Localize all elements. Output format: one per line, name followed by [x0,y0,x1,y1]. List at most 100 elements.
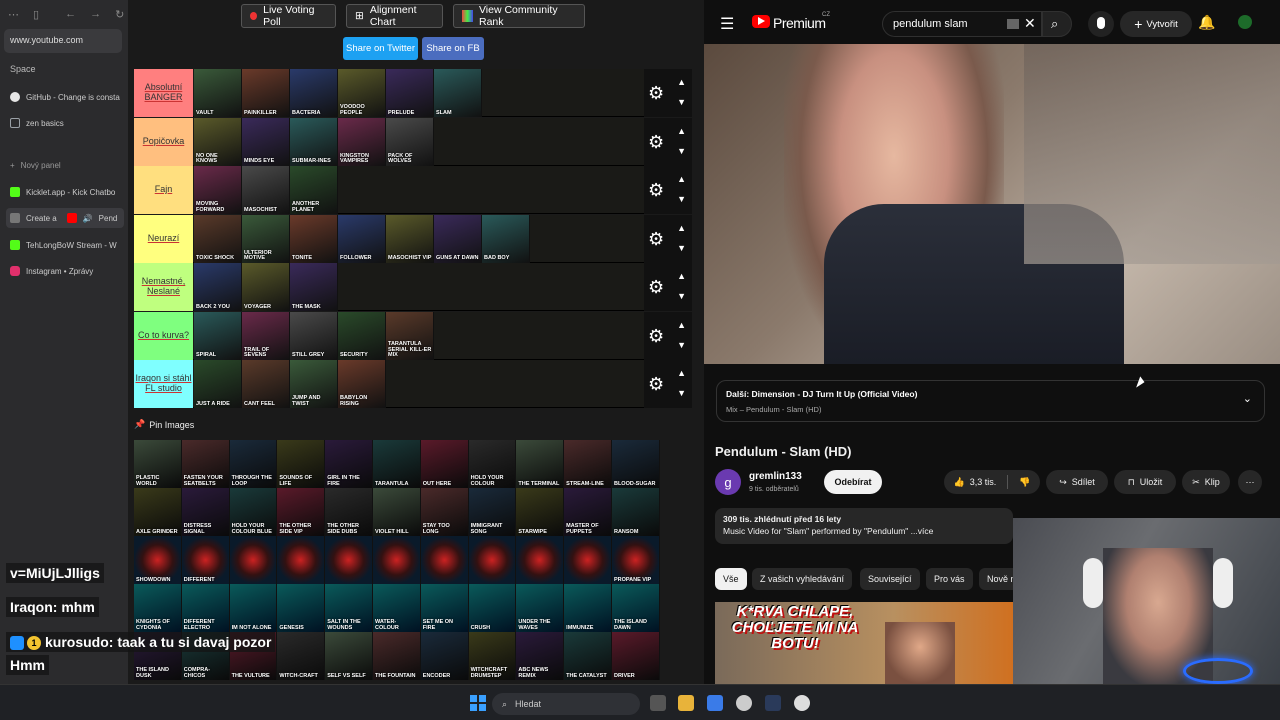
album-tile[interactable]: Slam [434,69,482,117]
pool-album-tile[interactable]: Under the Waves [516,584,565,632]
chevron-up-icon[interactable]: ▲ [677,223,686,233]
pool-album-tile[interactable]: Genesis [277,584,326,632]
live-poll-button[interactable]: Live Voting Poll [241,4,336,28]
pool-album-tile[interactable]: Different Electro [181,584,230,632]
pool-album-tile[interactable]: Out Here [420,440,469,488]
store-icon[interactable] [707,695,723,711]
task-view-icon[interactable] [650,695,666,711]
pool-album-tile[interactable] [420,536,469,584]
album-tile[interactable]: Ulterior Motive [242,214,290,263]
pool-album-tile[interactable]: Im Not Alone [229,584,278,632]
album-tile[interactable]: Masochist VIP [386,214,434,263]
album-tile[interactable]: Follower [338,214,386,263]
pool-album-tile[interactable]: Stay Too Long [420,488,469,536]
pool-album-tile[interactable]: Distress Signal [181,488,230,536]
dislike-icon[interactable]: 👎 [1019,477,1030,488]
description-box[interactable]: 309 tis. zhlédnutí před 16 lety Music Vi… [715,508,1013,544]
like-icon[interactable]: 👍 [954,477,965,488]
create-button[interactable]: + Vytvořit [1120,11,1192,37]
like-count[interactable]: 3,3 tis. [970,477,997,487]
gear-icon[interactable]: ⚙ [648,83,664,104]
new-panel-button[interactable]: + Nový panel [6,155,124,175]
search-input[interactable]: pendulum slam ✕ [882,11,1042,37]
album-tile[interactable]: Moving Forward [194,166,242,214]
taskbar-search[interactable]: ⌕ Hledat [492,693,640,715]
pool-album-tile[interactable] [372,536,421,584]
album-tile[interactable]: Just a Ride [194,360,242,408]
sidebar-toggle-icon[interactable]: ▯ [33,8,39,21]
share-button[interactable]: ↪ Sdílet [1046,470,1108,494]
album-tile[interactable]: Still Grey [290,311,338,360]
sidebar-tab-zen[interactable]: zen basics [6,113,124,133]
pool-album-tile[interactable]: Salt in the Wounds [325,584,373,632]
pool-album-tile[interactable]: Crush [468,584,517,632]
start-icon[interactable] [470,695,486,711]
pool-album-tile[interactable]: The Other Side VIP [277,488,326,536]
pool-album-tile[interactable]: Water-colour [372,584,421,632]
tier-label[interactable]: Iraqon si stáhl FL studio [134,360,193,408]
chevron-up-icon[interactable]: ▲ [677,320,686,330]
sidebar-tab-github[interactable]: GitHub - Change is consta [6,87,124,107]
album-tile[interactable]: Vault [194,69,242,117]
pool-album-tile[interactable]: Plastic World [134,440,182,488]
chevron-up-icon[interactable]: ▲ [677,77,686,87]
subscribe-button[interactable]: Odebírat [824,470,882,494]
chevron-up-icon[interactable]: ▲ [677,368,686,378]
album-tile[interactable]: Security [338,311,386,360]
album-tile[interactable]: Jump and Twist [290,360,338,408]
pool-album-tile[interactable]: Sounds of Life [277,440,326,488]
album-tile[interactable]: Back 2 You [194,263,242,311]
chevron-up-icon[interactable]: ▲ [677,174,686,184]
pool-album-tile[interactable]: Hold Your Colour [468,440,517,488]
album-tile[interactable]: Trail of Sevens [242,311,290,360]
microphone-button[interactable] [1088,11,1114,37]
pool-album-tile[interactable]: Tarantula [372,440,421,488]
pool-album-tile[interactable] [564,536,612,584]
chevron-down-icon[interactable]: ▼ [677,340,686,350]
chevron-down-icon[interactable]: ▼ [677,194,686,204]
chevron-down-icon[interactable]: ⌄ [1243,392,1252,405]
album-tile[interactable]: Bad Boy [482,214,530,263]
pool-album-tile[interactable]: Self vs Self [325,632,373,680]
pool-album-tile[interactable]: Master of Puppets [564,488,612,536]
album-tile[interactable]: Cant Feel [242,360,290,408]
chevron-down-icon[interactable]: ▼ [677,291,686,301]
channel-name[interactable]: gremlin133 [749,471,802,482]
album-tile[interactable]: Another Planet [290,166,338,214]
url-bar[interactable]: www.youtube.com [4,29,122,53]
recommended-thumbnail[interactable]: K*RVA CHLAPE, CHOĽJETE MI NA BOTU! [715,602,1013,684]
pool-album-tile[interactable]: Girl in the Fire [325,440,373,488]
share-fb-button[interactable]: Share on FB [422,37,484,60]
album-tile[interactable]: Kingston Vampires [338,117,386,166]
video-player[interactable] [704,44,1280,364]
pool-album-tile[interactable] [229,536,278,584]
chevron-down-icon[interactable]: ▼ [677,243,686,253]
album-tile[interactable]: Painkiller [242,69,290,117]
window-controls-icon[interactable]: ⋯ [8,8,19,21]
pool-album-tile[interactable]: The Island Dawn [611,584,660,632]
obs-icon[interactable] [794,695,810,711]
pool-album-tile[interactable]: Witch-craft [277,632,326,680]
pin-images[interactable]: 📌 Pin Images [134,419,194,430]
gear-icon[interactable]: ⚙ [648,180,664,201]
pool-album-tile[interactable]: Encoder [420,632,469,680]
speaker-icon[interactable]: 🔊 [83,214,93,223]
pool-album-tile[interactable]: Different [181,536,230,584]
album-tile[interactable]: Guns at Dawn [434,214,482,263]
chevron-up-icon[interactable]: ▲ [677,271,686,281]
pool-album-tile[interactable] [277,536,326,584]
tier-label[interactable]: Fajn [134,166,193,214]
pool-album-tile[interactable]: ABC News Remix [516,632,565,680]
pool-album-tile[interactable]: The Terminal [516,440,565,488]
chevron-down-icon[interactable]: ▼ [677,388,686,398]
album-tile[interactable]: Voodoo People [338,69,386,117]
clip-button[interactable]: ✂ Klip [1182,470,1230,494]
sidebar-tab-create[interactable]: Create a 🔊 Pend [6,208,124,228]
pool-album-tile[interactable]: Witchcraft Drumstep [468,632,517,680]
tier-label[interactable]: Nemastné, Neslané [134,263,193,311]
album-tile[interactable]: Prelude [386,69,434,117]
sidebar-tab-instagram[interactable]: Instagram • Zprávy [6,261,124,281]
bell-icon[interactable]: 🔔 [1198,14,1215,31]
pool-album-tile[interactable]: The Fountain [372,632,421,680]
pool-album-tile[interactable] [468,536,517,584]
